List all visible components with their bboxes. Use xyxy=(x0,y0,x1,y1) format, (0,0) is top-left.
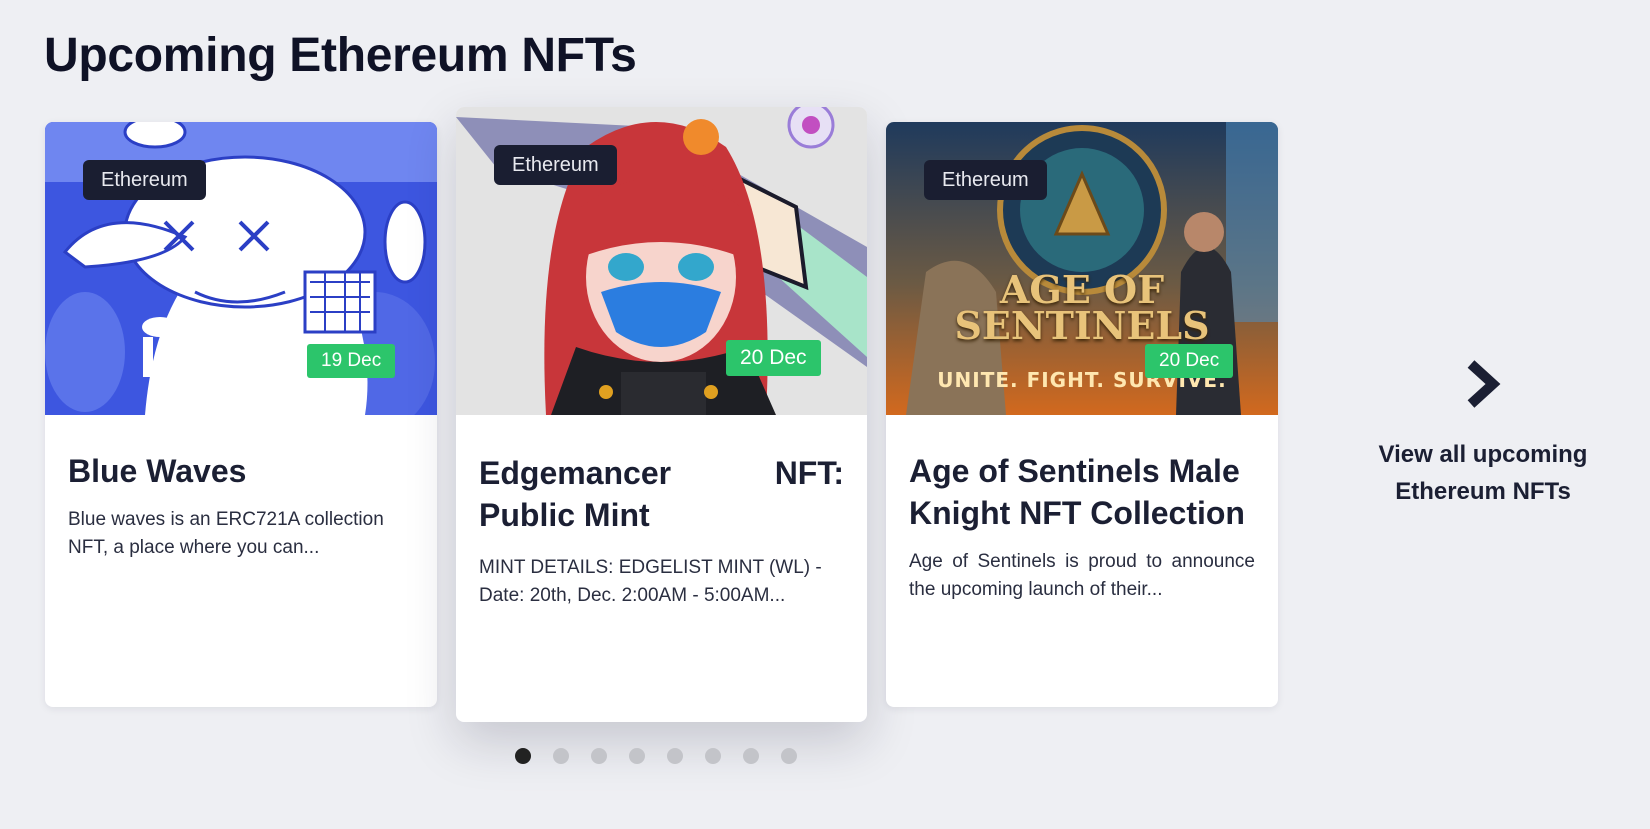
pagination-dot[interactable] xyxy=(515,748,531,764)
card-description: MINT DETAILS: EDGELIST MINT (WL) - Date:… xyxy=(479,557,822,606)
pagination-dot[interactable] xyxy=(553,748,569,764)
card-title[interactable]: Blue Waves xyxy=(68,450,414,492)
view-all-label: View all upcoming Ethereum NFTs xyxy=(1378,441,1588,505)
chain-badge: Ethereum xyxy=(924,160,1047,200)
chain-badge: Ethereum xyxy=(83,160,206,200)
card-title[interactable]: Edgemancer NFT: Public Mint xyxy=(479,452,844,536)
chain-badge: Ethereum xyxy=(494,145,617,185)
date-badge: 20 Dec xyxy=(1145,344,1234,378)
nft-image: Ethereum 20 Dec xyxy=(456,107,867,415)
chevron-right-icon xyxy=(1467,360,1501,408)
card-description: Blue waves is an ERC721A collection NFT,… xyxy=(68,509,384,558)
nft-card-age-of-sentinels[interactable]: AGE OF SENTINELS UNITE. FIGHT. SURVIVE. … xyxy=(886,122,1278,707)
pagination-dot[interactable] xyxy=(781,748,797,764)
pagination-dot[interactable] xyxy=(629,748,645,764)
date-badge: 19 Dec xyxy=(307,344,396,378)
card-title-part: Edgemancer xyxy=(479,455,672,491)
pagination-dot[interactable] xyxy=(667,748,683,764)
date-badge: 20 Dec xyxy=(726,340,821,376)
card-description: Age of Sentinels is proud to announce th… xyxy=(909,551,1255,600)
card-title-part: NFT: xyxy=(774,455,844,491)
card-title-part: Public Mint xyxy=(479,497,650,533)
nft-image: AGE OF SENTINELS UNITE. FIGHT. SURVIVE. … xyxy=(886,122,1278,415)
page-title: Upcoming Ethereum NFTs xyxy=(44,29,637,82)
nft-image: Ethereum 19 Dec xyxy=(45,122,437,415)
pagination-dot[interactable] xyxy=(705,748,721,764)
nft-card-edgemancer[interactable]: Ethereum 20 Dec Edgemancer NFT: Public M… xyxy=(456,107,867,722)
view-all-upcoming-link[interactable]: View all upcoming Ethereum NFTs xyxy=(1330,360,1636,510)
image-title: AGE OF SENTINELS xyxy=(954,267,1210,348)
pagination-dot[interactable] xyxy=(743,748,759,764)
pagination-dot[interactable] xyxy=(591,748,607,764)
card-title[interactable]: Age of Sentinels Male Knight NFT Collect… xyxy=(909,450,1255,534)
nft-card-blue-waves[interactable]: Ethereum 19 Dec Blue Waves Blue waves is… xyxy=(45,122,437,707)
